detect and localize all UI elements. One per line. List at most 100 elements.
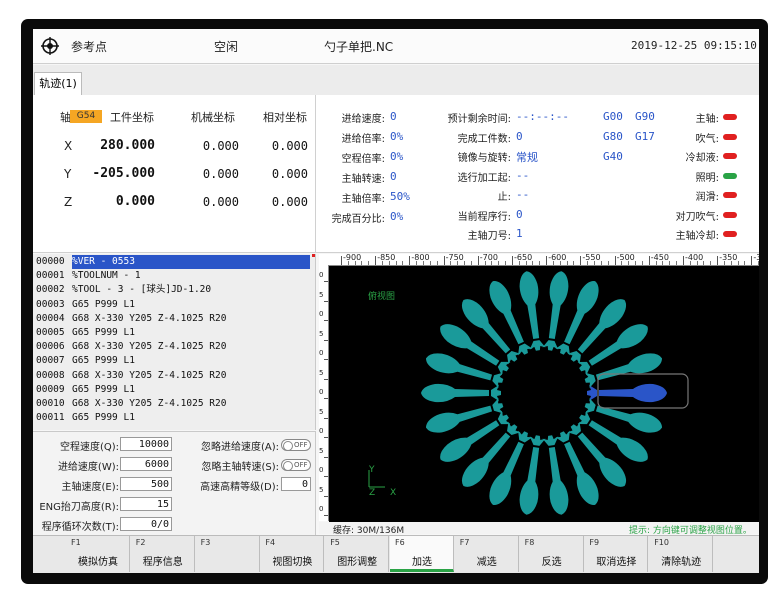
- spindle-speed-field[interactable]: 500: [120, 477, 172, 491]
- idle-speed-field[interactable]: 10000: [120, 437, 172, 451]
- feed-speed-field[interactable]: 6000: [120, 457, 172, 471]
- line-number: 00005: [36, 327, 65, 338]
- softkey-f1[interactable]: F1 模拟仿真: [66, 536, 130, 572]
- status-label: 主轴倍率:: [341, 194, 385, 205]
- axis-x-marker: X: [390, 488, 397, 498]
- eng-lift-field[interactable]: 15: [120, 497, 172, 511]
- softkey-label: 程序信息: [142, 557, 183, 568]
- indicator-label: 主轴冷却:: [675, 231, 719, 242]
- program-line[interactable]: 00009 G65 P999 L1: [33, 383, 315, 397]
- program-line[interactable]: 00001 %TOOLNUM - 1: [33, 269, 315, 283]
- feed-speed-label: 进给速度(W):: [57, 462, 119, 473]
- spoon-toolpath[interactable]: [583, 396, 665, 436]
- status-label: 主轴转速:: [341, 174, 385, 185]
- loop-count-field[interactable]: 0/0: [120, 517, 172, 531]
- scroll-marker: [312, 254, 315, 257]
- ruler-minor-tick: [457, 261, 459, 265]
- machine-state: 空闲: [214, 40, 239, 54]
- softkey-f9[interactable]: F9 取消选择: [584, 536, 649, 572]
- ruler-tick-label: -400: [685, 253, 704, 262]
- ruler-minor-tick: [416, 261, 418, 265]
- softkey-fn-label: F1: [71, 538, 81, 547]
- spoon-toolpath[interactable]: [583, 350, 665, 390]
- x-machine-value: 0.000: [202, 139, 239, 153]
- axis-z-marker: Z: [369, 488, 376, 498]
- indicator-light: [723, 211, 737, 218]
- indicator-light: [723, 114, 737, 120]
- program-line[interactable]: 00003 G65 P999 L1: [33, 298, 315, 312]
- spoon-toolpath[interactable]: [423, 396, 505, 436]
- toolpath-viewport[interactable]: [329, 266, 759, 522]
- axis-z-label: Z: [64, 195, 73, 209]
- ruler-minor-tick: [758, 261, 759, 265]
- vruler-tick-label: 5: [319, 290, 324, 299]
- program-line[interactable]: 00011 G65 P999 L1: [33, 411, 315, 425]
- indicator-label: 冷却液:: [685, 153, 719, 164]
- ruler-minor-tick: [388, 261, 390, 265]
- machine-coord-header: 机械坐标: [191, 111, 235, 124]
- softkey-fn-label: F8: [524, 538, 535, 547]
- ignore-feed-toggle[interactable]: OFF: [281, 439, 311, 451]
- ignore-spindle-toggle[interactable]: OFF: [281, 459, 311, 471]
- softkey-f2[interactable]: F2 程序信息: [131, 536, 195, 572]
- ruler-minor-tick: [594, 261, 595, 265]
- program-line[interactable]: 00002 %TOOL - 3 - [球头]JD-1.20: [33, 283, 315, 297]
- line-number: 00009: [36, 383, 65, 395]
- vertical-ruler: 0 5 0 5 0 5 0 5 0 5 0 5 0: [319, 265, 329, 521]
- precision-level-field[interactable]: 0: [281, 477, 311, 491]
- softkey-label: 减选: [476, 557, 497, 568]
- ruler-minor-tick: [628, 261, 630, 265]
- wcs-badge[interactable]: G54: [70, 110, 102, 123]
- indicator-light: [723, 172, 737, 179]
- softkey-f5[interactable]: F5 图形调整: [325, 536, 390, 572]
- softkey-f10[interactable]: F10 清除轨迹: [649, 536, 714, 572]
- softkey-fn-label: F9: [589, 538, 600, 547]
- ruler-tick: [751, 256, 753, 265]
- softkey-f4[interactable]: F4 视图切换: [260, 536, 325, 572]
- indicator-label: 主轴:: [695, 114, 719, 125]
- program-line[interactable]: 00006 G68 X-330 Y205 Z-4.1025 R20: [33, 340, 315, 354]
- ruler-minor-tick: [361, 261, 363, 265]
- gcode-modal: G40: [603, 150, 623, 163]
- vruler-tick: [324, 339, 328, 341]
- spoon-toolpath[interactable]: [421, 383, 501, 403]
- program-line[interactable]: 00007 G65 P999 L1: [33, 354, 315, 368]
- job-status-label: 镜像与旋转:: [457, 153, 511, 164]
- job-status-value: --:--:--: [516, 110, 569, 123]
- tab-row: [33, 65, 759, 96]
- softkey-f8[interactable]: F8 反选: [520, 536, 584, 572]
- ruler-tick-label: -750: [445, 253, 464, 262]
- ruler-tick: [443, 256, 445, 265]
- ruler-minor-tick: [607, 261, 609, 265]
- program-line[interactable]: 00000 %VER - 0553: [33, 255, 315, 269]
- cnc-screen: 参考点 空闲 勺子单把.NC 2019-12-25 09:15:10 轨迹(1)…: [33, 29, 759, 573]
- program-listing[interactable]: 00000 %VER - 0553 00001 %TOOLNUM - 1 000…: [33, 254, 316, 430]
- relative-coord-header: 相对坐标: [263, 111, 307, 124]
- softkey-fn-label: F5: [330, 538, 340, 547]
- program-line[interactable]: 00008 G68 X-330 Y205 Z-4.1025 R20: [33, 369, 315, 383]
- ruler-minor-tick: [491, 261, 493, 265]
- line-code: G65 P999 L1: [72, 298, 135, 310]
- toolpath-graphic: [421, 271, 689, 515]
- tab-trajectory[interactable]: 轨迹(1): [34, 72, 82, 95]
- vruler-tick-label: 5: [319, 485, 324, 494]
- spoon-toolpath[interactable]: [587, 383, 667, 403]
- softkey-f3[interactable]: F3: [196, 536, 260, 572]
- line-code: %TOOLNUM - 1: [72, 270, 141, 282]
- ruler-tick-label: -350: [719, 253, 738, 262]
- softkey-label: 清除轨迹: [661, 557, 702, 568]
- indicator-label: 对刀吹气:: [675, 211, 719, 223]
- softkey-f6[interactable]: F6 加选: [390, 536, 454, 572]
- softkey-f7[interactable]: F7 减选: [455, 536, 519, 572]
- program-line[interactable]: 00010 G68 X-330 Y205 Z-4.1025 R20: [33, 397, 315, 411]
- line-code: G68 X-330 Y205 Z-4.1025 R20: [72, 398, 227, 409]
- ruler-tick-label: -650: [514, 253, 533, 262]
- spoon-toolpath[interactable]: [423, 350, 505, 390]
- softkey-label: 加选: [412, 557, 432, 568]
- program-line[interactable]: 00005 G65 P999 L1: [33, 326, 315, 340]
- eng-lift-label: ENG抬刀高度(R):: [39, 502, 119, 513]
- ruler-minor-tick: [464, 261, 465, 265]
- ruler-minor-tick: [737, 261, 739, 265]
- program-line[interactable]: 00004 G68 X-330 Y205 Z-4.1025 R20: [33, 312, 315, 326]
- ruler-minor-tick: [525, 261, 527, 265]
